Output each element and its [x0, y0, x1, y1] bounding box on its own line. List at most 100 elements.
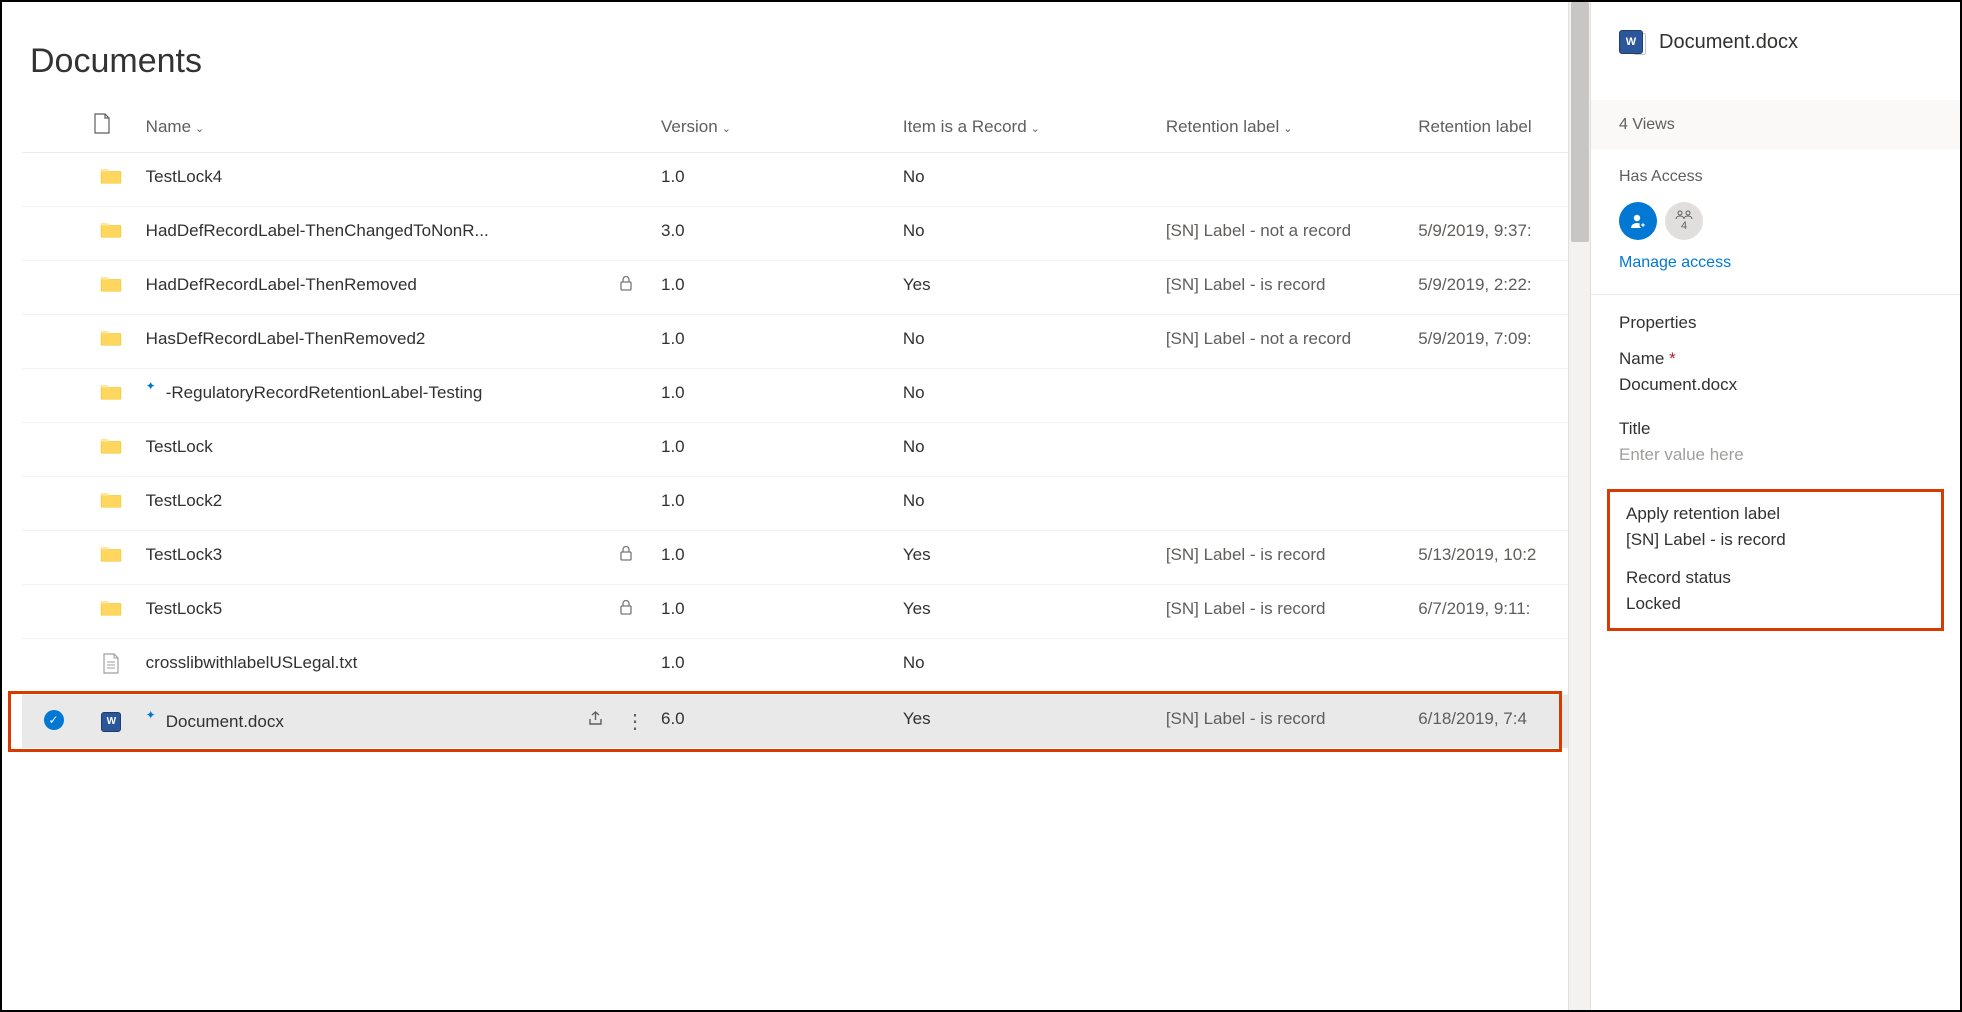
cell-retention-date: 6/7/2019, 9:11: [1410, 585, 1568, 639]
folder-icon [100, 332, 122, 351]
table-row[interactable]: ✦-RegulatoryRecordRetentionLabel-Testing… [22, 369, 1568, 423]
table-row[interactable]: TestLock31.0Yes[SN] Label - is record5/1… [22, 531, 1568, 585]
cell-is-record: Yes [895, 695, 1158, 749]
new-indicator-icon: ✦ [146, 708, 156, 722]
new-indicator-icon: ✦ [146, 379, 156, 393]
item-name[interactable]: HasDefRecordLabel-ThenRemoved2 [146, 329, 426, 349]
column-version[interactable]: Version⌄ [653, 101, 895, 153]
item-name[interactable]: TestLock2 [146, 491, 223, 511]
access-count-badge[interactable]: 4 [1665, 202, 1703, 240]
table-row[interactable]: HasDefRecordLabel-ThenRemoved2 1.0No[SN] … [22, 315, 1568, 369]
record-status-label: Record status [1626, 568, 1925, 588]
cell-version: 1.0 [653, 639, 895, 695]
document-table: Name⌄ Version⌄ Item is a Record⌄ Retenti… [22, 101, 1568, 748]
scrollbar-thumb[interactable] [1571, 2, 1589, 242]
cell-retention-label [1158, 369, 1410, 423]
cell-is-record: No [895, 369, 1158, 423]
cell-version: 6.0 [653, 695, 895, 749]
cell-retention-label [1158, 153, 1410, 207]
table-row[interactable]: TestLock4 1.0No [22, 153, 1568, 207]
cell-is-record: No [895, 315, 1158, 369]
cell-is-record: No [895, 639, 1158, 695]
item-name[interactable]: ✦Document.docx [146, 712, 284, 732]
share-icon[interactable] [587, 710, 605, 733]
cell-retention-label: [SN] Label - not a record [1158, 315, 1410, 369]
item-name[interactable]: TestLock [146, 437, 213, 457]
cell-version: 1.0 [653, 153, 895, 207]
cell-retention-date [1410, 423, 1568, 477]
panel-views-count: 4 Views [1619, 116, 1675, 133]
cell-retention-label: [SN] Label - is record [1158, 695, 1410, 749]
column-name[interactable]: Name⌄ [138, 101, 653, 153]
cell-version: 1.0 [653, 423, 895, 477]
prop-name-value[interactable]: Document.docx [1619, 375, 1932, 395]
folder-icon [100, 386, 122, 405]
panel-file-name: Document.docx [1659, 31, 1798, 54]
word-icon: W [101, 709, 121, 728]
folder-icon [100, 170, 122, 189]
more-actions-icon[interactable]: ⋮ [625, 709, 645, 734]
item-name[interactable]: ✦-RegulatoryRecordRetentionLabel-Testing [146, 383, 483, 403]
manage-access-link[interactable]: Manage access [1619, 254, 1731, 271]
cell-retention-date: 5/13/2019, 10:2 [1410, 531, 1568, 585]
cell-retention-label [1158, 639, 1410, 695]
folder-icon [100, 602, 122, 621]
item-name[interactable]: TestLock3 [146, 545, 223, 565]
table-row[interactable]: HadDefRecordLabel-ThenRemoved 1.0Yes[SN] … [22, 261, 1568, 315]
cell-is-record: No [895, 423, 1158, 477]
item-name[interactable]: crosslibwithlabelUSLegal.txt [146, 653, 358, 673]
cell-retention-date [1410, 153, 1568, 207]
properties-heading: Properties [1619, 313, 1932, 333]
highlighted-properties: Apply retention label [SN] Label - is re… [1607, 489, 1944, 631]
cell-is-record: No [895, 207, 1158, 261]
has-access-label: Has Access [1619, 168, 1932, 186]
cell-version: 1.0 [653, 261, 895, 315]
lock-icon [619, 545, 633, 565]
cell-is-record: No [895, 153, 1158, 207]
table-row[interactable]: TestLock51.0Yes[SN] Label - is record6/7… [22, 585, 1568, 639]
table-row[interactable]: TestLock21.0No [22, 477, 1568, 531]
cell-version: 1.0 [653, 369, 895, 423]
item-name[interactable]: HadDefRecordLabel-ThenChangedToNonR... [146, 221, 489, 241]
column-retention-label[interactable]: Retention label⌄ [1158, 101, 1410, 153]
cell-version: 1.0 [653, 585, 895, 639]
vertical-scrollbar[interactable] [1568, 2, 1590, 1010]
cell-retention-label: [SN] Label - not a record [1158, 207, 1410, 261]
folder-icon [100, 224, 122, 243]
item-name[interactable]: TestLock4 [146, 167, 223, 187]
table-header-row: Name⌄ Version⌄ Item is a Record⌄ Retenti… [22, 101, 1568, 153]
cell-is-record: No [895, 477, 1158, 531]
chevron-down-icon: ⌄ [722, 122, 731, 135]
cell-version: 3.0 [653, 207, 895, 261]
cell-retention-date: 5/9/2019, 2:22: [1410, 261, 1568, 315]
cell-retention-label [1158, 477, 1410, 531]
apply-retention-value[interactable]: [SN] Label - is record [1626, 530, 1925, 550]
cell-retention-label: [SN] Label - is record [1158, 531, 1410, 585]
item-name[interactable]: TestLock5 [146, 599, 223, 619]
table-row[interactable]: HadDefRecordLabel-ThenChangedToNonR... 3.… [22, 207, 1568, 261]
prop-title-input[interactable]: Enter value here [1619, 445, 1932, 465]
cell-retention-date: 5/9/2019, 7:09: [1410, 315, 1568, 369]
cell-is-record: Yes [895, 261, 1158, 315]
record-status-value[interactable]: Locked [1626, 594, 1925, 614]
cell-version: 1.0 [653, 315, 895, 369]
column-retention-applied[interactable]: Retention label [1410, 101, 1568, 153]
item-name[interactable]: HadDefRecordLabel-ThenRemoved [146, 275, 417, 295]
folder-icon [100, 494, 122, 513]
cell-retention-date: 5/9/2019, 9:37: [1410, 207, 1568, 261]
row-selected-check-icon[interactable]: ✓ [44, 710, 64, 730]
chevron-down-icon: ⌄ [1031, 122, 1040, 135]
cell-retention-label [1158, 423, 1410, 477]
add-person-icon[interactable] [1619, 202, 1657, 240]
details-panel: W Document.docx 4 Views Has Access 4 Man… [1590, 2, 1960, 1010]
column-is-record[interactable]: Item is a Record⌄ [895, 101, 1158, 153]
column-type[interactable] [85, 101, 138, 153]
cell-retention-label: [SN] Label - is record [1158, 585, 1410, 639]
document-type-icon [93, 113, 111, 135]
table-row[interactable]: ✓ W ✦Document.docx ⋮ 6.0Yes[SN] Label - is r… [22, 695, 1568, 749]
table-row[interactable]: crosslibwithlabelUSLegal.txt 1.0No [22, 639, 1568, 695]
cell-retention-label: [SN] Label - is record [1158, 261, 1410, 315]
table-row[interactable]: TestLock 1.0No [22, 423, 1568, 477]
folder-icon [100, 278, 122, 297]
column-select[interactable] [22, 101, 85, 153]
